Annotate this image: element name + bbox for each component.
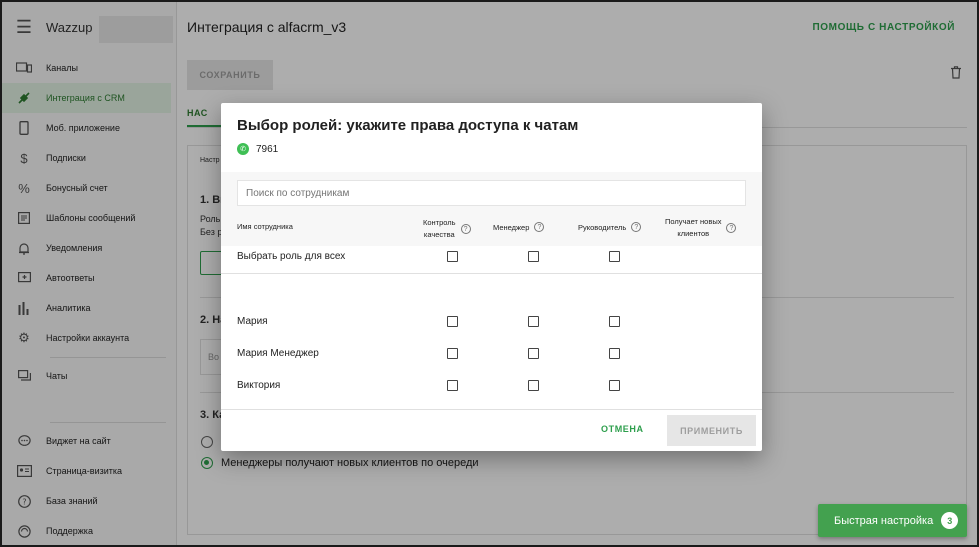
quality-checkbox[interactable] [447,316,458,327]
supervisor-checkbox[interactable] [609,316,620,327]
quality-checkbox[interactable] [447,348,458,359]
app-window: ☰ Wazzup Каналы Интеграция с CRM Моб. пр… [0,0,979,547]
manager-checkbox[interactable] [528,348,539,359]
quality-checkbox[interactable] [447,380,458,391]
quick-setup-badge: 3 [941,512,959,529]
apply-button[interactable]: ПРИМЕНИТЬ [667,415,756,446]
roles-dialog: Выбор ролей: укажите права доступа к чат… [221,103,762,451]
help-icon[interactable]: ? [726,223,737,233]
manager-checkbox[interactable] [528,316,539,327]
channel-number: 7961 [256,143,279,155]
footer-divider [221,409,762,410]
col-supervisor: Руководитель ? [578,222,642,232]
dialog-table-header: Имя сотрудника Контроль качества ? Менед… [221,172,762,246]
select-all-manager-checkbox[interactable] [528,251,539,262]
col-employee-name: Имя сотрудника [237,222,293,231]
quick-setup-button[interactable]: Быстрая настройка 3 [818,504,967,537]
cancel-button[interactable]: ОТМЕНА [601,424,644,434]
employee-name: Мария Менеджер [237,348,319,359]
help-icon[interactable]: ? [460,224,471,234]
row-divider [221,273,762,274]
help-icon[interactable]: ? [534,222,545,232]
select-all-quality-checkbox[interactable] [447,251,458,262]
select-all-label: Выбрать роль для всех [237,251,346,262]
col-new-clients: Получает новых клиентов ? [665,216,737,240]
select-all-supervisor-checkbox[interactable] [609,251,620,262]
supervisor-checkbox[interactable] [609,348,620,359]
whatsapp-icon: ✆ [237,143,249,155]
employee-search-input[interactable] [237,180,746,206]
employee-name: Мария [237,316,268,327]
quick-setup-label: Быстрая настройка [834,514,934,527]
help-icon[interactable]: ? [631,222,642,232]
col-manager: Менеджер ? [493,222,545,232]
supervisor-checkbox[interactable] [609,380,620,391]
employee-name: Виктория [237,380,281,391]
col-quality-control: Контроль качества ? [423,217,471,241]
manager-checkbox[interactable] [528,380,539,391]
dialog-title: Выбор ролей: укажите права доступа к чат… [237,117,579,134]
channel-info: ✆ 7961 [237,143,278,155]
